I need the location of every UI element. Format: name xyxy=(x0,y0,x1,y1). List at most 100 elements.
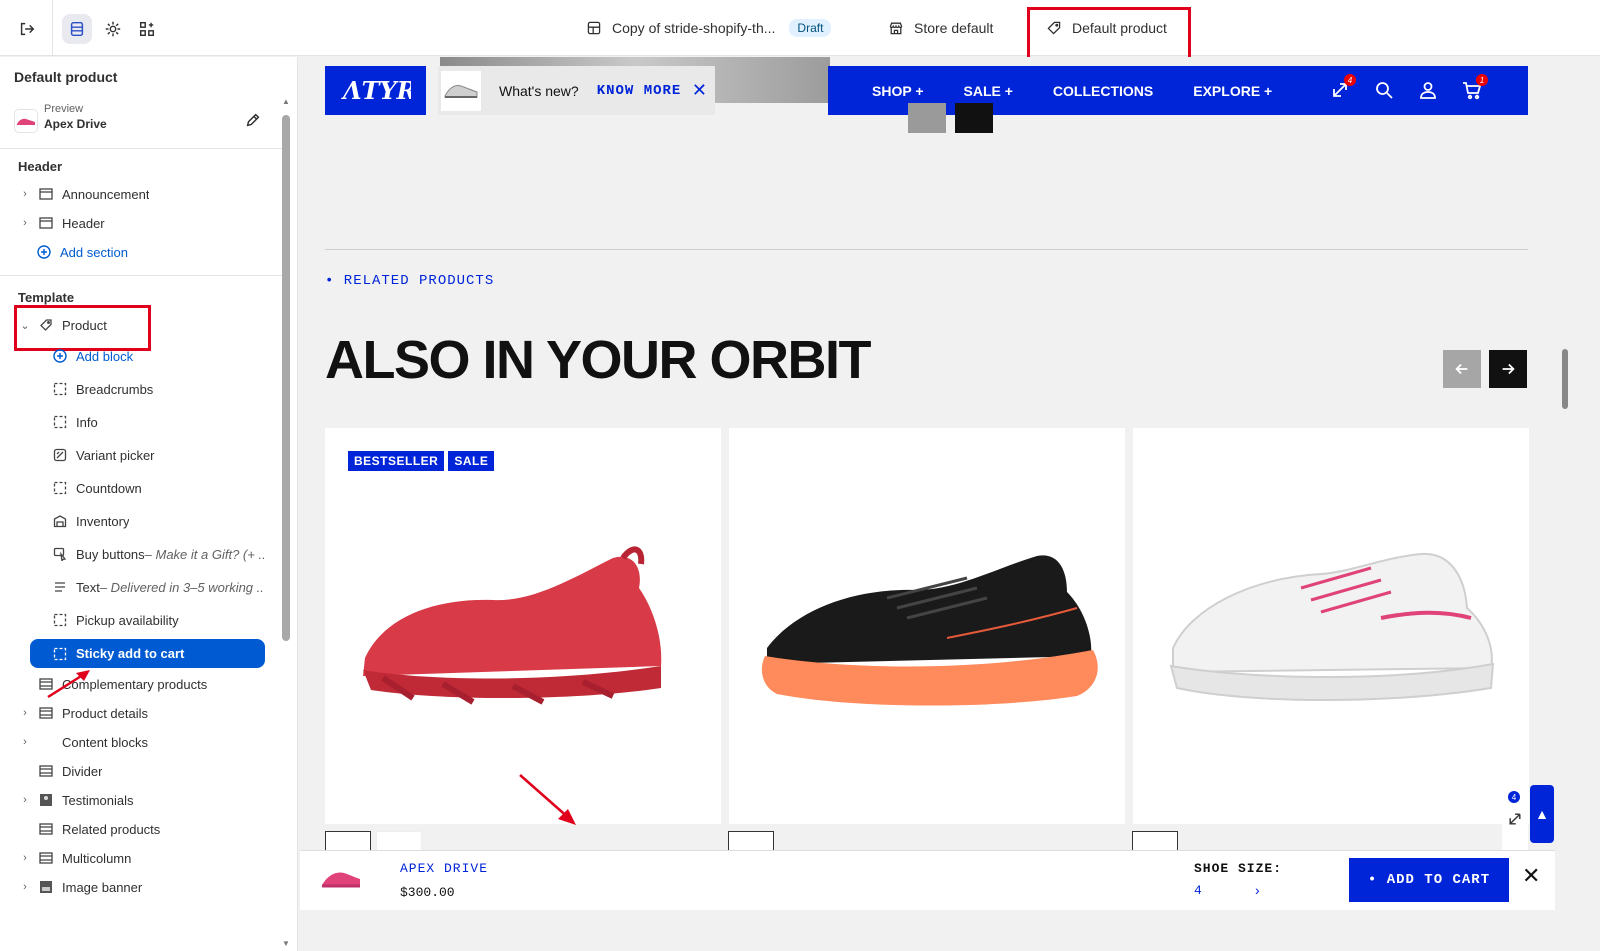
slider-prev-button[interactable] xyxy=(908,103,946,133)
sections-icon[interactable] xyxy=(62,14,92,44)
block-sublabel: – Delivered in 3–5 working ... xyxy=(99,579,264,595)
search-icon[interactable] xyxy=(1372,78,1396,102)
announcement-image xyxy=(441,70,481,111)
sticky-product-image xyxy=(322,872,360,888)
product-card[interactable] xyxy=(1133,428,1529,824)
annotation-box-template xyxy=(1027,7,1191,63)
bestseller-badge: BESTSELLER xyxy=(348,451,445,471)
chevron-right-icon[interactable]: › xyxy=(18,188,32,200)
section-heading: ALSO IN YOUR ORBIT xyxy=(325,330,872,390)
block-label: Sticky add to cart xyxy=(76,646,185,661)
preview-selector[interactable]: Preview Apex Drive xyxy=(14,103,282,139)
slider-next-button[interactable] xyxy=(955,103,993,133)
add-block-label: Add block xyxy=(76,348,134,364)
sidebar-scrollbar[interactable]: ▲ ▼ xyxy=(282,97,290,948)
chevron-right-icon[interactable]: › xyxy=(18,794,32,806)
close-icon[interactable]: ✕ xyxy=(692,80,707,101)
block-sticky-add-to-cart[interactable]: Sticky add to cart xyxy=(30,639,265,668)
chevron-right-icon[interactable]: › xyxy=(18,217,32,229)
compare-icon[interactable]: 4 xyxy=(1328,74,1356,102)
chevron-right-icon[interactable]: › xyxy=(18,736,32,748)
apps-icon[interactable] xyxy=(132,14,162,44)
back-to-top-button[interactable]: ▲ xyxy=(1530,785,1554,843)
carousel-next-button[interactable] xyxy=(1489,350,1527,388)
svg-text:ɅTYRA: ɅTYRA xyxy=(341,77,411,105)
carousel-prev-button[interactable] xyxy=(1443,350,1481,388)
section-icon xyxy=(38,215,54,231)
store-logo[interactable]: ɅTYRA xyxy=(325,66,426,115)
section-icon xyxy=(38,705,54,721)
editor-topbar: Copy of stride-shopify-th... Draft Store… xyxy=(0,0,1613,63)
section-product-details[interactable]: › Product details xyxy=(18,700,148,726)
nav-explore[interactable]: EXPLORE + xyxy=(1193,83,1272,99)
block-inventory[interactable]: Inventory xyxy=(52,508,129,534)
section-label: Image banner xyxy=(62,879,143,895)
know-more-link[interactable]: KNOW MORE xyxy=(597,83,682,99)
template-group-title: Template xyxy=(18,290,75,305)
shoe-size-value[interactable]: 4 xyxy=(1194,883,1202,898)
nav-collections[interactable]: COLLECTIONS xyxy=(1053,83,1153,99)
store-label: Store default xyxy=(914,20,994,36)
block-breadcrumbs[interactable]: Breadcrumbs xyxy=(52,376,153,402)
product-badges: BESTSELLER SALE xyxy=(348,451,498,471)
product-card[interactable] xyxy=(729,428,1125,824)
section-related-products[interactable]: Related products xyxy=(18,816,160,842)
product-image-red-shoe xyxy=(363,546,662,705)
sidebar-item-header[interactable]: › Header xyxy=(18,210,104,236)
add-section-label: Add section xyxy=(60,244,128,260)
add-block-button[interactable]: Add block xyxy=(52,343,133,369)
annotation-arrow xyxy=(47,670,90,699)
nav-sale[interactable]: SALE + xyxy=(964,83,1013,99)
compare-widget[interactable]: 4 xyxy=(1502,785,1528,855)
plus-circle-icon xyxy=(36,244,52,260)
product-card[interactable]: BESTSELLER SALE xyxy=(325,428,721,824)
theme-selector[interactable]: Copy of stride-shopify-th... Draft xyxy=(586,16,832,40)
scrollbar-thumb[interactable] xyxy=(282,115,290,641)
add-to-cart-button[interactable]: • ADD TO CART xyxy=(1349,858,1509,902)
store-selector[interactable]: Store default xyxy=(888,16,993,40)
block-variant-picker[interactable]: Variant picker xyxy=(52,442,155,468)
scroll-down-icon[interactable]: ▼ xyxy=(282,939,290,948)
close-icon[interactable]: ✕ xyxy=(1522,863,1540,889)
section-label: Product details xyxy=(62,705,148,721)
section-content-blocks[interactable]: › Content blocks xyxy=(18,729,148,755)
section-image-banner[interactable]: › Image banner xyxy=(18,874,142,900)
arrow-left-icon xyxy=(1455,363,1468,375)
block-icon xyxy=(52,646,68,662)
blank-icon xyxy=(38,734,54,750)
add-section-button[interactable]: Add section xyxy=(36,239,128,265)
chevron-right-icon[interactable]: › xyxy=(18,881,32,893)
warehouse-icon xyxy=(52,513,68,529)
chevron-right-icon[interactable]: › xyxy=(18,852,32,864)
sidebar-item-label: Announcement xyxy=(62,186,150,202)
storefront-preview: ɅTYRA What's new? KNOW MORE ✕ SHOP + SAL… xyxy=(300,57,1600,951)
section-label: Divider xyxy=(62,763,103,779)
chevron-right-icon[interactable]: › xyxy=(1255,882,1260,898)
cart-icon[interactable]: 1 xyxy=(1460,74,1488,102)
block-buy-buttons[interactable]: Buy buttons – Make it a Gift? (+ ... xyxy=(52,541,264,567)
account-icon[interactable] xyxy=(1416,78,1440,102)
gear-icon[interactable] xyxy=(98,14,128,44)
preview-scrollbar-thumb[interactable] xyxy=(1562,349,1568,409)
block-label: Countdown xyxy=(76,480,142,496)
section-divider[interactable]: Divider xyxy=(18,758,102,784)
chevron-right-icon[interactable]: › xyxy=(18,707,32,719)
section-icon xyxy=(38,763,54,779)
block-text[interactable]: Text – Delivered in 3–5 working ... xyxy=(52,574,264,600)
pencil-icon[interactable] xyxy=(244,111,264,131)
block-info[interactable]: Info xyxy=(52,409,98,435)
preview-value: Apex Drive xyxy=(44,117,107,131)
cursor-icon xyxy=(52,546,68,562)
section-multicolumn[interactable]: › Multicolumn xyxy=(18,845,131,871)
nav-shop[interactable]: SHOP + xyxy=(872,83,924,99)
section-testimonials[interactable]: › Testimonials xyxy=(18,787,133,813)
preview-thumbnail xyxy=(14,109,38,133)
product-image-white-shoe xyxy=(1169,552,1495,701)
block-pickup-availability[interactable]: Pickup availability xyxy=(52,607,179,633)
annotation-arrow xyxy=(519,774,576,825)
block-label: Inventory xyxy=(76,513,130,529)
scroll-up-icon[interactable]: ▲ xyxy=(282,97,290,106)
block-countdown[interactable]: Countdown xyxy=(52,475,142,501)
exit-icon[interactable] xyxy=(12,14,42,44)
sidebar-item-announcement[interactable]: › Announcement xyxy=(18,181,149,207)
